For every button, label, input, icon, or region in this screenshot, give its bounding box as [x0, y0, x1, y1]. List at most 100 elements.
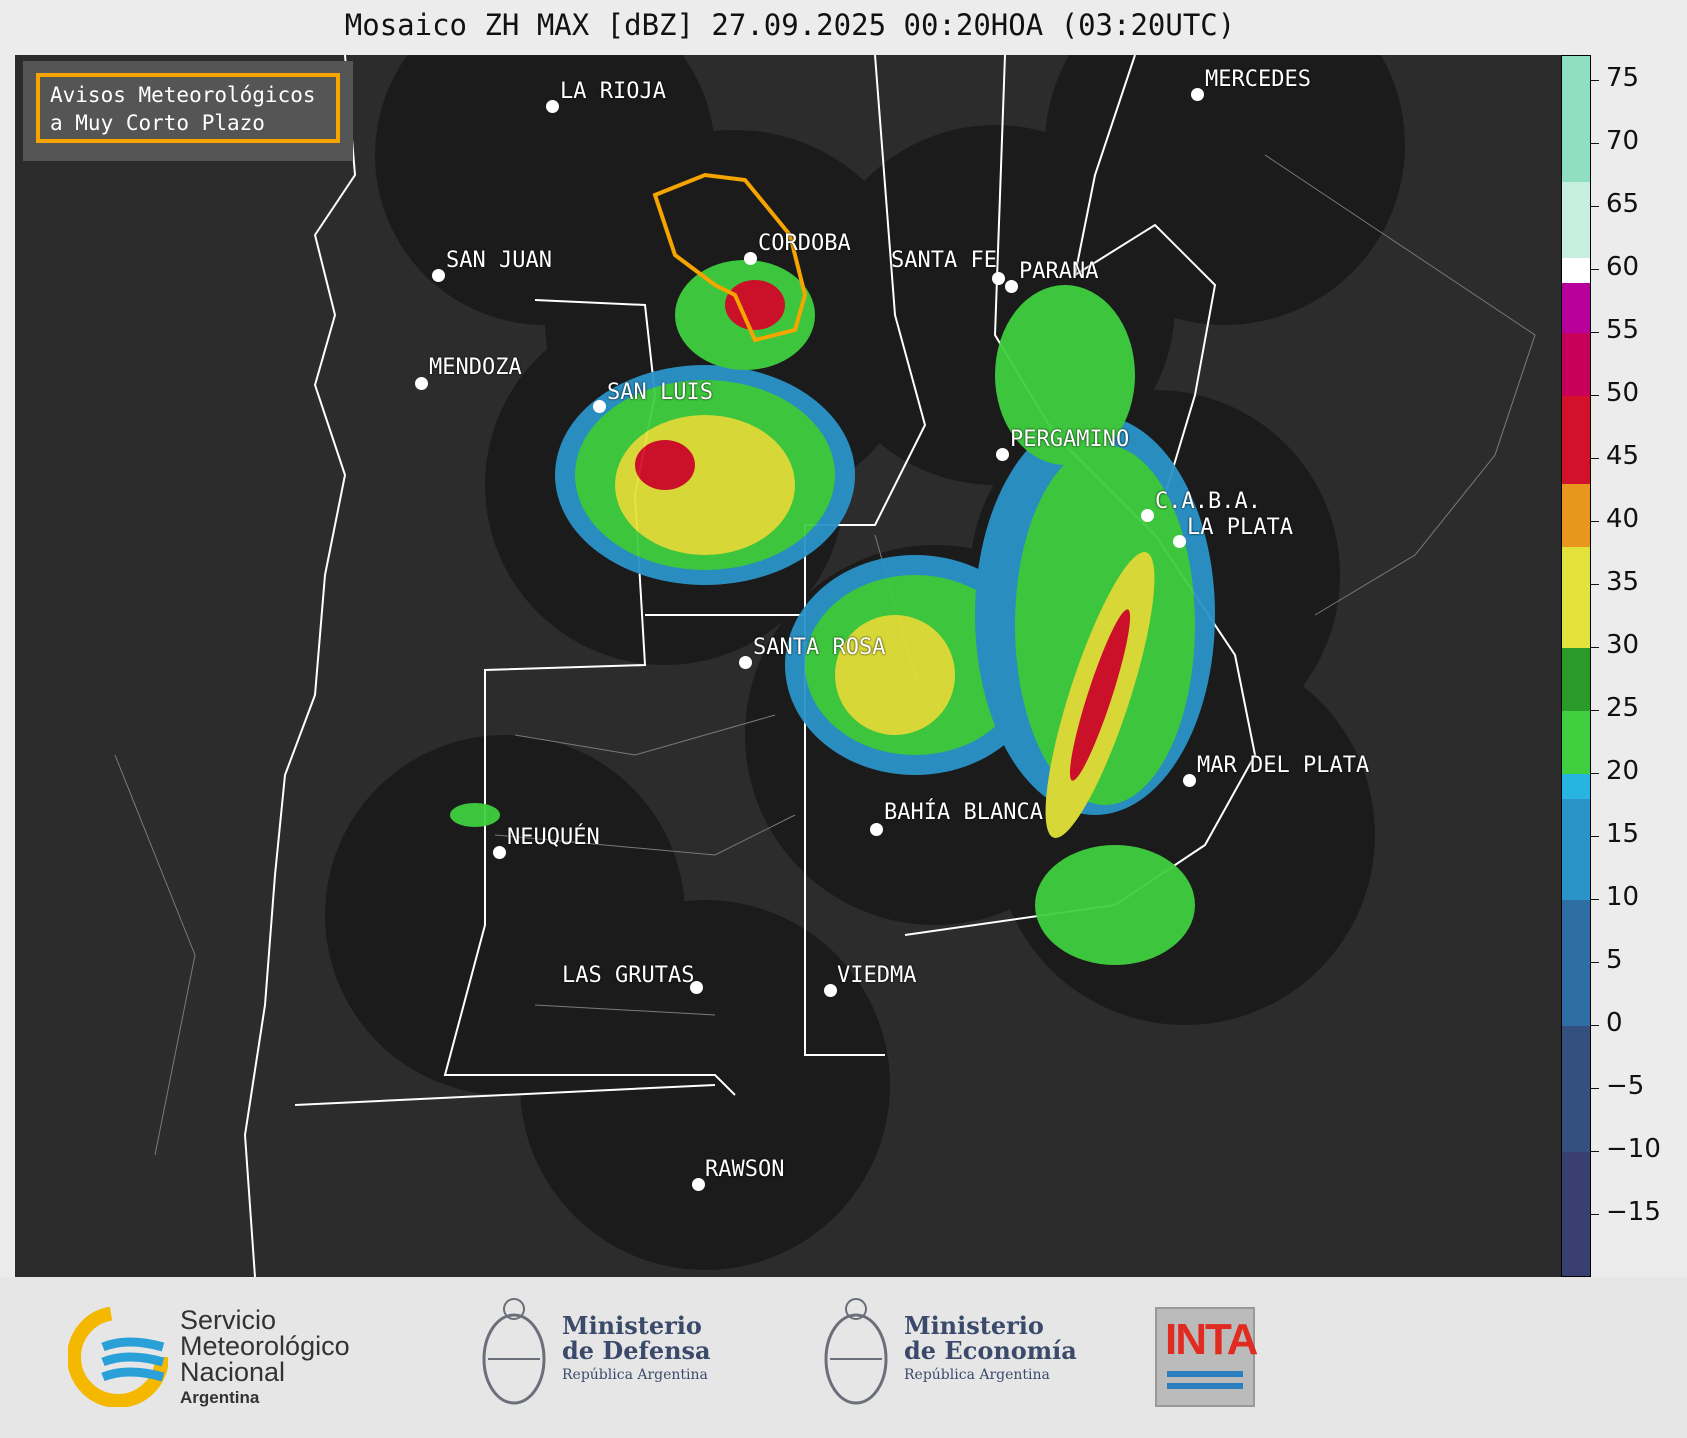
- smn-line2: Meteorológico: [180, 1331, 350, 1361]
- city-label: PARANA: [1019, 259, 1099, 284]
- city-label: BAHÍA BLANCA: [884, 800, 1043, 825]
- colorbar-segment: [1562, 257, 1590, 283]
- colorbar-tick-label: 30: [1606, 630, 1640, 661]
- city-label: MENDOZA: [429, 355, 522, 380]
- colorbar-tick-label: 0: [1606, 1008, 1623, 1039]
- colorbar-tick-label: 50: [1606, 378, 1640, 409]
- smn-line4: Argentina: [180, 1388, 260, 1407]
- radar-map[interactable]: Avisos Meteorológicos a Muy Corto Plazo …: [15, 55, 1561, 1277]
- inta-logo: INTA: [1155, 1307, 1258, 1407]
- city-label: SAN JUAN: [446, 248, 552, 273]
- warning-legend-frame: Avisos Meteorológicos a Muy Corto Plazo: [36, 73, 340, 143]
- colorbar-segment: [1562, 282, 1590, 334]
- city-label: LA PLATA: [1187, 515, 1293, 540]
- colorbar-tick-label: −15: [1606, 1197, 1661, 1227]
- city-label: SANTA FE: [891, 248, 997, 273]
- colorbar-tick-label: 45: [1606, 441, 1640, 472]
- smn-wordmark: Servicio Meteorológico Nacional Argentin…: [180, 1307, 350, 1411]
- city-label: MERCEDES: [1205, 67, 1311, 92]
- colorbar-segment: [1562, 774, 1590, 800]
- warning-legend-line2: a Muy Corto Plazo: [50, 111, 265, 135]
- colorbar-tick: [1591, 1025, 1599, 1027]
- colorbar-tick: [1591, 206, 1599, 208]
- colorbar-segment: [1562, 547, 1590, 649]
- city-marker: [870, 823, 883, 836]
- city-marker: [992, 272, 1005, 285]
- smn-line3: Nacional: [180, 1357, 286, 1387]
- economia-line2: de Economía: [904, 1336, 1077, 1365]
- city-marker: [593, 400, 606, 413]
- city-label: MAR DEL PLATA: [1197, 753, 1370, 778]
- colorbar-segment: [1562, 396, 1590, 485]
- city-label: LA RIOJA: [560, 79, 666, 104]
- city-marker: [1183, 774, 1196, 787]
- colorbar-segment: [1562, 56, 1590, 182]
- defensa-wordmark: Ministerio de Defensa República Argentin…: [562, 1313, 711, 1388]
- city-label: RAWSON: [705, 1157, 785, 1182]
- smn-logo-icon: [68, 1307, 168, 1407]
- colorbar-tick: [1591, 269, 1599, 271]
- city-marker: [824, 984, 837, 997]
- city-marker: [546, 100, 559, 113]
- colorbar-tick-label: 55: [1606, 315, 1640, 346]
- city-label: VIEDMA: [837, 963, 917, 988]
- city-marker: [692, 1178, 705, 1191]
- economia-line3: República Argentina: [904, 1367, 1050, 1383]
- colorbar-tick-label: 70: [1606, 126, 1640, 157]
- colorbar-tick-label: 10: [1606, 882, 1640, 913]
- colorbar-tick: [1591, 1088, 1599, 1090]
- colorbar-tick-label: 25: [1606, 693, 1640, 724]
- defensa-line1: Ministerio: [562, 1311, 702, 1340]
- colorbar-tick-label: 60: [1606, 252, 1640, 283]
- coat-of-arms-icon: [482, 1298, 546, 1405]
- city-marker: [1191, 88, 1204, 101]
- colorbar-segment: [1562, 799, 1590, 900]
- warning-legend-line1: Avisos Meteorológicos: [50, 83, 316, 107]
- inta-stripe: [1167, 1371, 1243, 1377]
- colorbar-tick-label: 20: [1606, 756, 1640, 787]
- colorbar-segment: [1562, 181, 1590, 258]
- colorbar-tick: [1591, 1214, 1599, 1215]
- colorbar-segment: [1562, 1151, 1590, 1276]
- colorbar-tick: [1591, 395, 1599, 397]
- city-marker: [744, 252, 757, 265]
- colorbar-tick: [1591, 332, 1599, 334]
- colorbar-tick: [1591, 710, 1599, 712]
- city-label: LAS GRUTAS: [562, 963, 695, 988]
- colorbar-tick-label: 15: [1606, 819, 1640, 850]
- city-marker: [739, 656, 752, 669]
- city-label: CORDOBA: [758, 231, 851, 256]
- city-label: SAN LUIS: [607, 380, 713, 405]
- colorbar-segment: [1562, 899, 1590, 1026]
- coat-of-arms-icon: [824, 1298, 888, 1405]
- colorbar-tick: [1591, 1151, 1599, 1153]
- footer-logos: Servicio Meteorológico Nacional Argentin…: [0, 1277, 1687, 1438]
- colorbar-tick: [1591, 458, 1599, 460]
- economia-line1: Ministerio: [904, 1311, 1044, 1340]
- colorbar-tick: [1591, 899, 1599, 901]
- city-marker: [493, 846, 506, 859]
- colorbar-tick: [1591, 584, 1599, 586]
- economia-wordmark: Ministerio de Economía República Argenti…: [904, 1313, 1077, 1388]
- colorbar-segment: [1562, 333, 1590, 397]
- smn-line1: Servicio: [180, 1305, 277, 1335]
- colorbar-tick: [1591, 143, 1599, 145]
- colorbar-tick: [1591, 836, 1599, 838]
- colorbar-tick: [1591, 962, 1599, 964]
- colorbar: [1561, 55, 1591, 1277]
- colorbar-tick-label: −5: [1606, 1071, 1645, 1102]
- colorbar-segment: [1562, 1025, 1590, 1152]
- colorbar-tick: [1591, 80, 1599, 82]
- city-marker: [1173, 535, 1186, 548]
- colorbar-tick-label: 35: [1606, 567, 1640, 598]
- city-label: SANTA ROSA: [753, 635, 886, 660]
- colorbar-tick: [1591, 647, 1599, 649]
- colorbar-tick-label: 75: [1606, 63, 1640, 94]
- colorbar-segment: [1562, 484, 1590, 548]
- colorbar-tick: [1591, 773, 1599, 775]
- colorbar-tick-label: −10: [1606, 1134, 1661, 1165]
- colorbar-segment: [1562, 711, 1590, 775]
- warning-legend: Avisos Meteorológicos a Muy Corto Plazo: [23, 61, 353, 161]
- city-marker: [432, 269, 445, 282]
- defensa-line2: de Defensa: [562, 1336, 711, 1365]
